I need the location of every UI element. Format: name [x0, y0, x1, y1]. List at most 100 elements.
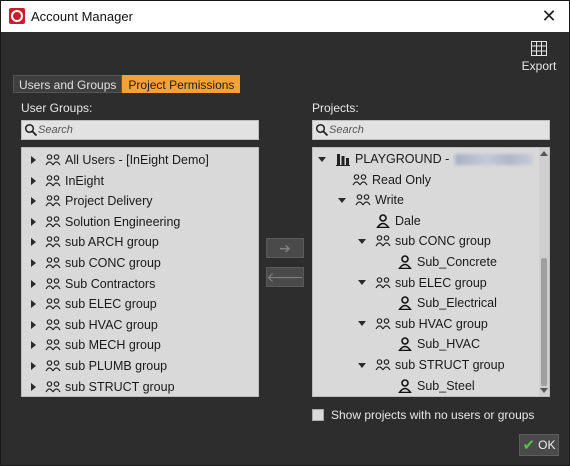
project-tree-row[interactable]: sub HVAC group: [358, 314, 488, 334]
tab-bar: Users and Groups Project Permissions: [13, 75, 241, 93]
user-groups-search[interactable]: [21, 120, 259, 140]
remove-from-project-button[interactable]: 🡐: [266, 267, 304, 287]
project-tree-row[interactable]: Read Only: [338, 170, 431, 190]
expand-right-icon[interactable]: [31, 320, 36, 329]
scroll-down-arrow-icon[interactable]: [540, 388, 548, 393]
project-tree-row[interactable]: sub CONC group: [358, 231, 491, 251]
expand-down-icon[interactable]: [358, 280, 366, 286]
expand-right-icon[interactable]: [31, 176, 36, 185]
group-icon: [45, 154, 61, 166]
export-button[interactable]: Export: [519, 41, 559, 77]
expand-right-icon[interactable]: [31, 217, 36, 226]
expand-right-icon[interactable]: [31, 238, 36, 247]
projects-scrollbar[interactable]: [539, 148, 549, 396]
tab-project-permissions[interactable]: Project Permissions: [122, 75, 241, 93]
user-groups-list[interactable]: All Users - [InEight Demo] InEight Project…: [21, 147, 259, 397]
project-tree-row[interactable]: Dale: [361, 211, 421, 231]
group-icon: [375, 276, 391, 288]
project-tree-label: PLAYGROUND -: [355, 152, 450, 166]
account-manager-window: Account Manager ✕ Export Users and Group…: [0, 0, 570, 466]
expand-down-icon[interactable]: [318, 156, 326, 162]
project-tree-label: Read Only: [372, 172, 432, 187]
window-title: Account Manager: [31, 9, 133, 24]
user-group-label: sub CONC group: [65, 256, 161, 270]
show-empty-projects-checkbox[interactable]: [312, 409, 324, 421]
user-group-label: Solution Engineering: [65, 214, 181, 229]
show-empty-projects-label: Show projects with no users or groups: [331, 408, 535, 422]
project-tree-label: Write: [375, 193, 404, 208]
user-group-row[interactable]: sub ARCH group: [31, 232, 159, 252]
project-tree-label: Sub_HVAC: [417, 337, 480, 352]
user-icon: [398, 378, 412, 393]
user-group-label: Project Delivery: [65, 194, 153, 209]
project-tree-row[interactable]: Sub_Steel: [383, 376, 475, 396]
close-button[interactable]: ✕: [537, 5, 561, 27]
show-empty-projects-toggle[interactable]: Show projects with no users or groups: [312, 408, 534, 422]
project-tree-row[interactable]: Sub_HVAC: [383, 334, 480, 354]
grid-icon: [531, 41, 547, 56]
expand-right-icon[interactable]: [31, 279, 36, 288]
user-group-row[interactable]: Solution Engineering: [31, 212, 180, 232]
user-group-row[interactable]: Sub Contractors: [31, 274, 155, 294]
user-group-label: sub PLUMB group: [65, 359, 168, 373]
expand-right-icon[interactable]: [31, 300, 36, 309]
user-group-label: sub STRUCT group: [65, 379, 175, 394]
user-group-row[interactable]: sub CONC group: [31, 253, 161, 273]
building-icon: [336, 154, 350, 166]
expand-right-icon[interactable]: [31, 341, 36, 350]
user-group-row[interactable]: Project Delivery: [31, 191, 153, 211]
user-group-row[interactable]: All Users - [InEight Demo]: [31, 150, 209, 170]
expand-right-icon[interactable]: [31, 197, 36, 206]
user-group-row[interactable]: InEight: [31, 171, 104, 191]
user-group-row[interactable]: sub ELEC group: [31, 294, 157, 314]
user-groups-search-input[interactable]: [38, 124, 238, 136]
user-group-row[interactable]: sub MECH group: [31, 335, 161, 355]
project-tree-label: sub CONC group: [395, 234, 491, 249]
expand-right-icon[interactable]: [31, 362, 36, 370]
group-icon: [375, 359, 391, 371]
project-tree-row[interactable]: sub ELEC group: [358, 273, 487, 293]
user-group-label: sub ELEC group: [65, 297, 157, 312]
expand-down-icon[interactable]: [358, 321, 366, 327]
user-group-row[interactable]: sub HVAC group: [31, 315, 158, 335]
projects-search[interactable]: [312, 120, 550, 140]
project-tree-row[interactable]: PLAYGROUND -: [318, 149, 534, 169]
checkmark-icon: ✔: [522, 437, 536, 454]
project-tree-label: Sub_Steel: [417, 378, 475, 393]
user-group-label: InEight: [65, 173, 104, 188]
project-tree-row[interactable]: Write: [338, 190, 404, 210]
group-icon: [375, 235, 391, 247]
user-icon: [398, 255, 412, 269]
projects-search-input[interactable]: [329, 124, 529, 136]
scroll-up-arrow-icon[interactable]: [540, 151, 548, 156]
group-icon: [45, 318, 61, 331]
search-icon: [315, 123, 329, 137]
project-tree-label: Sub_Electrical: [417, 296, 497, 311]
project-tree-row[interactable]: Sub_Electrical: [383, 293, 497, 313]
group-icon: [355, 194, 371, 206]
project-tree-row[interactable]: Sub_Concrete: [383, 252, 497, 272]
add-to-project-button[interactable]: ➔: [266, 238, 304, 258]
expand-right-icon[interactable]: [31, 156, 36, 164]
user-group-row[interactable]: sub PLUMB group: [31, 356, 167, 376]
group-icon: [352, 173, 368, 185]
expand-down-icon[interactable]: [358, 362, 366, 368]
expand-down-icon[interactable]: [338, 197, 346, 203]
projects-tree[interactable]: PLAYGROUND - Read Only Write Dale sub CONC g…: [312, 147, 550, 397]
export-label: Export: [521, 59, 557, 73]
project-tree-label: Sub_Concrete: [417, 255, 497, 269]
project-tree-row[interactable]: sub STRUCT group: [358, 355, 505, 375]
ok-label: OK: [538, 438, 556, 452]
ok-button[interactable]: ✔ OK: [519, 434, 559, 456]
group-icon: [45, 174, 61, 186]
user-group-row[interactable]: sub STRUCT group: [31, 377, 175, 396]
expand-right-icon[interactable]: [31, 259, 36, 267]
search-icon: [24, 123, 38, 137]
project-tree-label: Dale: [395, 213, 421, 228]
user-group-label: Sub Contractors: [65, 276, 156, 291]
scroll-thumb[interactable]: [541, 258, 547, 386]
expand-right-icon[interactable]: [31, 382, 36, 391]
tab-users-and-groups[interactable]: Users and Groups: [13, 75, 123, 93]
user-groups-label: User Groups:: [21, 101, 93, 115]
expand-down-icon[interactable]: [358, 238, 366, 244]
